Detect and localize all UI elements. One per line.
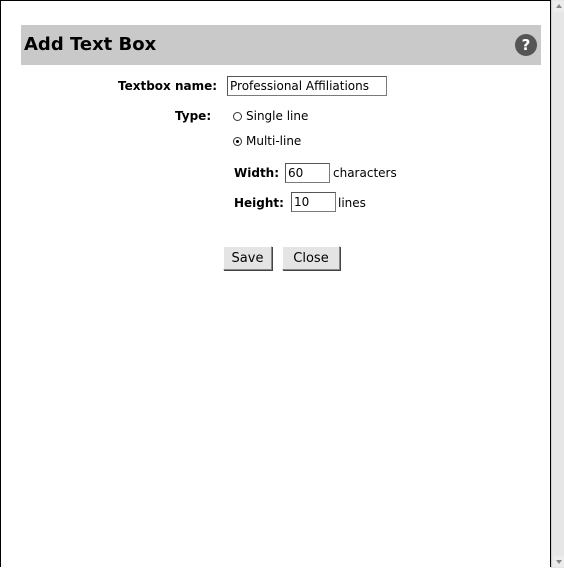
width-unit: characters bbox=[333, 166, 397, 180]
multi-line-radio[interactable] bbox=[233, 137, 242, 146]
page-title: Add Text Box bbox=[24, 34, 157, 55]
single-line-label: Single line bbox=[246, 109, 309, 123]
textbox-name-input[interactable] bbox=[227, 76, 387, 96]
dialog-header: Add Text Box ? bbox=[21, 25, 541, 65]
help-icon[interactable]: ? bbox=[515, 34, 537, 56]
single-line-radio[interactable] bbox=[233, 112, 242, 121]
close-button[interactable]: Close bbox=[282, 246, 340, 270]
type-label: Type: bbox=[175, 109, 212, 123]
scroll-up-arrow-icon[interactable] bbox=[553, 1, 564, 12]
width-input[interactable] bbox=[285, 163, 330, 183]
textbox-name-label: Textbox name: bbox=[118, 79, 218, 93]
save-button[interactable]: Save bbox=[223, 246, 272, 270]
height-label: Height: bbox=[234, 196, 284, 210]
multi-line-label: Multi-line bbox=[246, 134, 302, 148]
height-input[interactable] bbox=[291, 192, 336, 212]
width-label: Width: bbox=[234, 166, 280, 180]
scroll-down-arrow-icon[interactable] bbox=[553, 556, 564, 567]
vertical-scrollbar[interactable] bbox=[551, 0, 564, 568]
height-unit: lines bbox=[338, 196, 366, 210]
dialog-window: Add Text Box ? Textbox name: Type: Singl… bbox=[0, 0, 551, 567]
